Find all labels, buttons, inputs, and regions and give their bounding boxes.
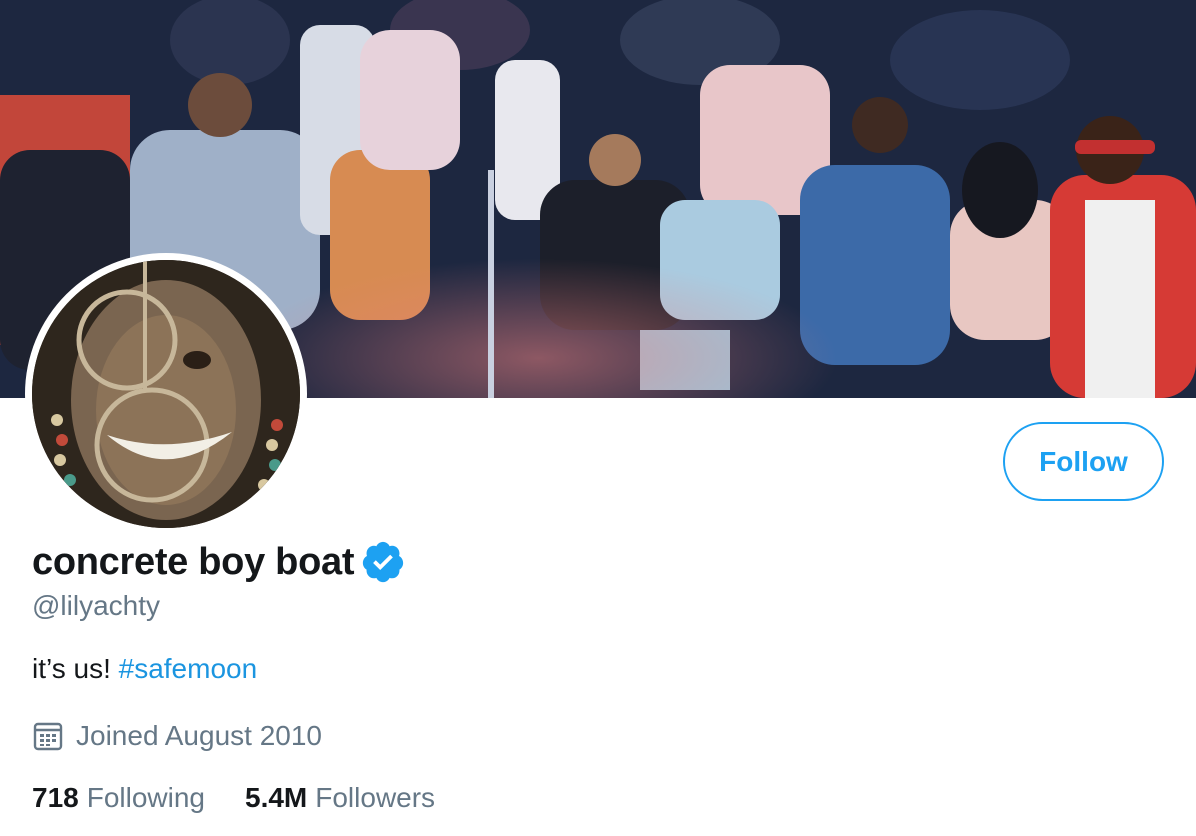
following-link[interactable]: 718 Following: [32, 782, 205, 814]
follow-stats: 718 Following 5.4M Followers: [32, 778, 435, 818]
avatar-photo: [32, 260, 300, 528]
calendar-icon: [32, 720, 64, 752]
verified-badge-icon: [360, 539, 406, 585]
user-handle: @lilyachty: [32, 590, 161, 621]
followers-label: Followers: [315, 782, 436, 813]
bio-text: it’s us!: [32, 653, 119, 684]
avatar[interactable]: [25, 253, 307, 535]
joined-date-row: Joined August 2010: [32, 716, 322, 756]
following-count: 718: [32, 782, 79, 813]
display-name: concrete boy boat: [32, 540, 355, 583]
name-row: concrete boy boat: [32, 537, 406, 587]
followers-link[interactable]: 5.4M Followers: [245, 782, 435, 814]
following-label: Following: [86, 782, 205, 813]
joined-date: Joined August 2010: [76, 720, 322, 751]
avatar-image: [32, 260, 300, 528]
followers-count: 5.4M: [245, 782, 308, 813]
follow-button[interactable]: Follow: [1003, 422, 1164, 501]
bio: it’s us! #safemoon: [32, 653, 257, 685]
profile-header: Follow concrete boy boat @lilyachty it’s…: [0, 0, 1196, 836]
bio-hashtag-link[interactable]: #safemoon: [119, 653, 258, 684]
